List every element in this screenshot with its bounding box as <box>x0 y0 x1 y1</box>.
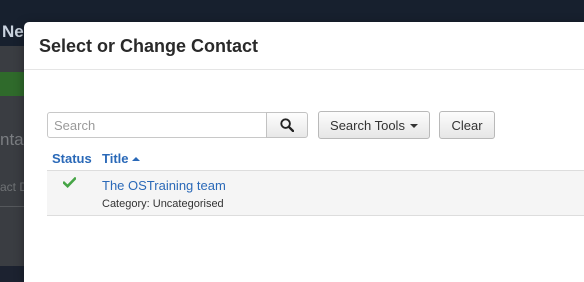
sort-ascending-icon <box>131 157 140 161</box>
column-header-title[interactable]: Title <box>102 151 140 166</box>
search-input[interactable] <box>47 112 267 138</box>
published-check-icon[interactable] <box>63 177 76 188</box>
background-heading: nta <box>0 130 24 149</box>
background-divider <box>0 206 24 207</box>
modal-title: Select or Change Contact <box>39 36 259 56</box>
background-green-button <box>0 72 24 96</box>
table-row: The OSTraining team Category: Uncategori… <box>47 171 584 216</box>
contacts-table: Status Title The OSTraining team Categor… <box>47 148 584 216</box>
column-header-status[interactable]: Status <box>52 151 92 166</box>
search-tools-button[interactable]: Search Tools <box>318 111 430 139</box>
table-header: Status Title <box>47 148 584 171</box>
search-icon <box>280 118 294 132</box>
modal-header: Select or Change Contact <box>24 22 584 70</box>
background-brand-text: Ne <box>2 22 24 41</box>
caret-down-icon <box>409 124 418 128</box>
clear-button[interactable]: Clear <box>439 111 495 139</box>
column-header-title-label: Title <box>102 151 129 166</box>
search-tools-label: Search Tools <box>330 117 405 133</box>
search-button[interactable] <box>266 112 308 138</box>
clear-label: Clear <box>451 117 483 133</box>
contact-title-link[interactable]: The OSTraining team <box>102 178 226 193</box>
contact-category: Category: Uncategorised <box>102 198 224 210</box>
contact-select-modal: Select or Change Contact Search Tools Cl… <box>24 22 584 282</box>
